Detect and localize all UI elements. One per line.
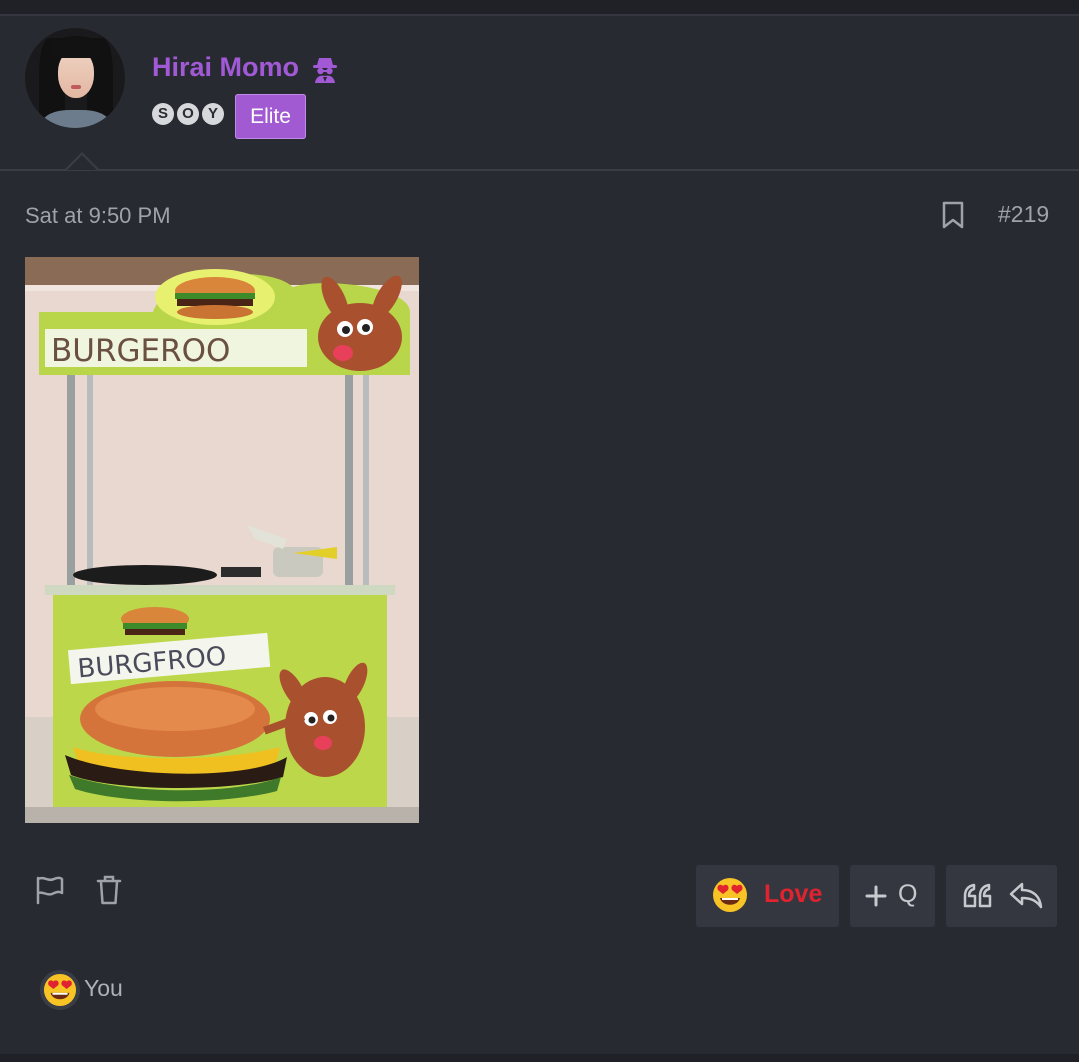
- sign-top-text: BURGEROO: [51, 333, 230, 369]
- burger-stand-photo[interactable]: BURGEROO BURGFROO: [25, 257, 419, 823]
- heart-eyes-emoji-icon: [43, 973, 77, 1007]
- post-author-header: [0, 16, 1079, 171]
- post-timestamp[interactable]: Sat at 9:50 PM: [25, 203, 171, 229]
- flag-icon[interactable]: [34, 873, 66, 907]
- trash-icon[interactable]: [95, 874, 123, 906]
- username[interactable]: Hirai Momo: [152, 52, 299, 83]
- top-bar: [0, 0, 1079, 16]
- badge-letter: O: [177, 103, 199, 125]
- quote-icon: [963, 883, 992, 908]
- spy-icon: [313, 58, 337, 83]
- bookmark-icon[interactable]: [940, 200, 966, 230]
- love-reaction-label[interactable]: Love: [764, 880, 822, 909]
- badge-letter: S: [152, 103, 174, 125]
- multiquote-button[interactable]: [850, 865, 935, 927]
- reaction-summary-text[interactable]: You: [84, 975, 123, 1002]
- rank-badge: Elite: [235, 94, 306, 139]
- avatar[interactable]: [25, 28, 125, 128]
- multiquote-label[interactable]: Q: [898, 880, 917, 909]
- post-number[interactable]: #219: [998, 201, 1049, 228]
- reply-arrow-icon: [1009, 882, 1043, 909]
- bottom-divider: [0, 1054, 1079, 1062]
- plus-icon: [865, 885, 887, 907]
- badge-letter: Y: [202, 103, 224, 125]
- heart-eyes-emoji-icon: [713, 878, 747, 912]
